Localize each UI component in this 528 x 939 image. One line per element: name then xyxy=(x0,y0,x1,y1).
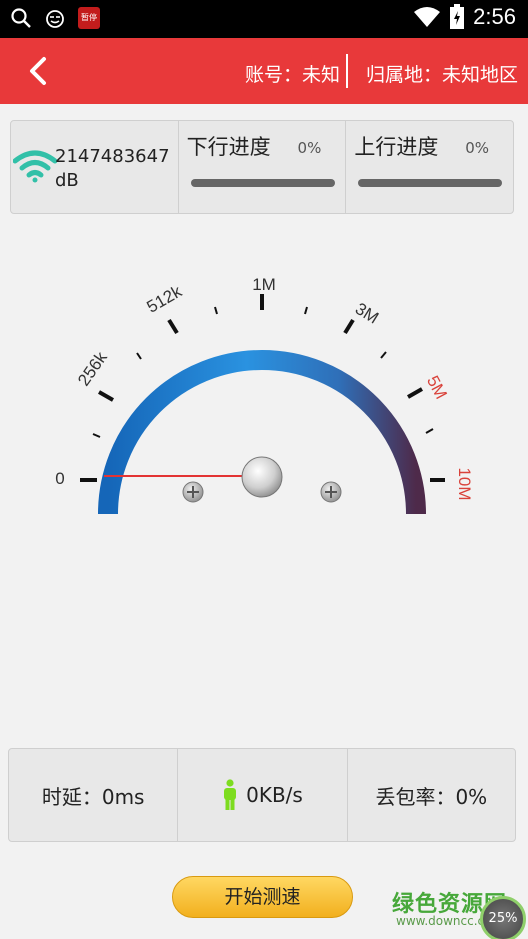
screw-icon xyxy=(320,481,342,503)
upload-percent: 0% xyxy=(465,139,490,157)
speed-value: 0KB/s xyxy=(246,783,303,807)
gauge-label-512k: 512k xyxy=(144,282,186,317)
download-label: 下行进度 xyxy=(186,135,271,159)
account-label: 账号：未知 xyxy=(244,64,340,86)
download-percent: 0% xyxy=(297,139,322,157)
screw-icon xyxy=(182,481,204,503)
packet-loss-value: 丢包率：0% xyxy=(375,784,488,809)
latency-value: 时延：0ms xyxy=(41,784,145,809)
speed-cell: 0KB/s xyxy=(177,749,346,841)
status-bar-right: 2:56 xyxy=(413,4,516,30)
signal-value-number: 2147483647 xyxy=(55,146,170,167)
status-time: 2:56 xyxy=(473,4,516,29)
gauge-label-5m: 5M xyxy=(423,373,451,403)
gauge-knob xyxy=(241,456,283,498)
app-badge-icon: 暂停 xyxy=(78,7,100,29)
back-button[interactable] xyxy=(20,52,56,90)
download-progress-bar xyxy=(190,179,335,187)
gauge-label-10m: 10M xyxy=(455,467,474,500)
status-bar-left: 暂停 xyxy=(10,7,100,29)
gauge-label-0: 0 xyxy=(55,469,64,488)
upload-progress-cell: 上行进度 0% xyxy=(345,121,513,213)
gauge-major-ticks xyxy=(80,294,445,482)
upload-progress-bar xyxy=(358,179,503,187)
signal-cell: 2147483647 dB xyxy=(11,121,178,213)
gauge-label-3m: 3M xyxy=(352,299,382,328)
speed-gauge: 0 256k 512k 1M 3M 5M 10M xyxy=(55,275,474,515)
gauge-label-1m: 1M xyxy=(252,275,276,294)
status-bar: 暂停 2:56 xyxy=(0,0,528,38)
battery-icon xyxy=(450,4,465,29)
header-divider xyxy=(346,54,348,88)
person-icon xyxy=(224,779,237,810)
progress-panel: 2147483647 dB 下行进度 0% 上行进度 0% xyxy=(10,120,514,214)
latency-cell: 时延：0ms xyxy=(9,749,177,841)
signal-strength-value: 2147483647 dB xyxy=(55,145,170,193)
download-progress-cell: 下行进度 0% xyxy=(177,121,346,213)
upload-label: 上行进度 xyxy=(354,135,439,159)
wifi-icon xyxy=(414,7,441,27)
signal-value-unit: dB xyxy=(55,170,79,191)
stats-panel: 时延：0ms 0KB/s 丢包率：0% xyxy=(8,748,516,842)
search-icon xyxy=(11,8,31,28)
wifi-signal-icon xyxy=(13,150,57,183)
floating-percent-badge[interactable]: 25% xyxy=(480,896,526,939)
packet-loss-cell: 丢包率：0% xyxy=(346,749,515,841)
chevron-left-icon xyxy=(30,57,46,85)
gauge-label-256k: 256k xyxy=(74,348,111,390)
region-label: 归属地：未知地区 xyxy=(365,64,518,86)
app-header: 账号：未知 归属地：未知地区 xyxy=(0,38,528,104)
cat-face-icon xyxy=(46,10,64,28)
start-test-button[interactable]: 开始测速 xyxy=(172,876,353,918)
